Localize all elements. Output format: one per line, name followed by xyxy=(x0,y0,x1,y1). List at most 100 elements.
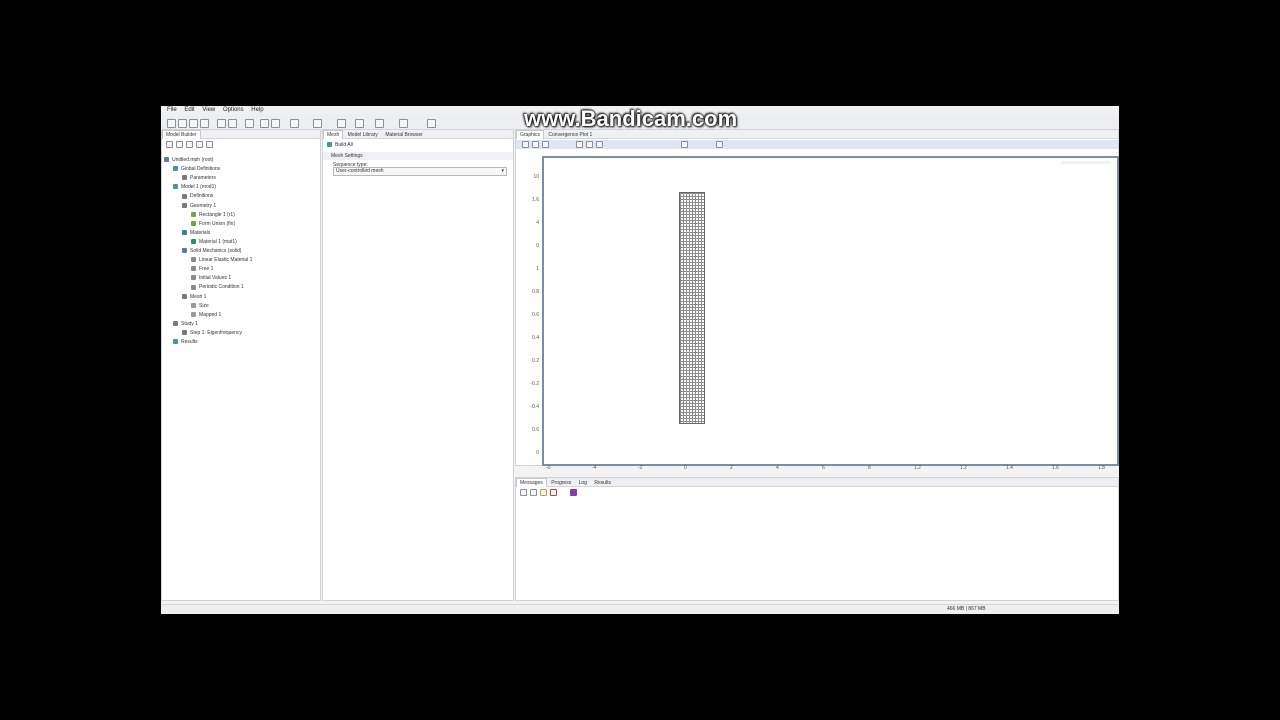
clear-icon[interactable] xyxy=(550,489,557,496)
model-builder-tab[interactable]: Model Builder xyxy=(162,130,201,139)
bandicam-watermark: www.Bandicam.com xyxy=(524,106,738,131)
filter-icon[interactable] xyxy=(196,141,203,148)
screenshot-icon[interactable] xyxy=(681,141,688,148)
help-icon[interactable] xyxy=(427,119,436,128)
x-axis: -0 -4 -2 0 2 4 6 8 1.2 1.2 1.4 1.6 1.8 xyxy=(542,464,1115,472)
tree-item[interactable]: Linear Elastic Material 1 xyxy=(191,256,252,264)
tree-item[interactable]: Mapped 1 xyxy=(191,311,221,319)
settings-panel: Mesh Model Library Material Browser Buil… xyxy=(322,129,514,601)
y-tick-label: 1 xyxy=(536,266,539,272)
save-icon[interactable] xyxy=(189,119,198,128)
x-tick-label: 8 xyxy=(868,465,871,471)
tab-material-browser[interactable]: Material Browser xyxy=(382,131,426,139)
export-icon[interactable] xyxy=(530,489,537,496)
tree-item[interactable]: Size xyxy=(191,302,209,310)
tree-item[interactable]: Rectangle 1 (r1) xyxy=(191,211,235,219)
tab-results[interactable]: Results xyxy=(591,479,614,487)
tree-item[interactable]: Periodic Condition 1 xyxy=(191,283,244,291)
x-tick-label: -2 xyxy=(638,465,643,471)
tree-node-icon xyxy=(191,257,196,263)
open-icon[interactable] xyxy=(178,119,187,128)
warning-icon[interactable] xyxy=(540,489,547,496)
tree-item[interactable]: Parameters xyxy=(182,174,216,182)
tree-item[interactable]: Material 1 (mat1) xyxy=(191,238,237,246)
tab-progress[interactable]: Progress xyxy=(548,479,574,487)
y-tick-label: 0 xyxy=(536,243,539,249)
graphics-canvas[interactable] xyxy=(542,156,1119,466)
expand-icon[interactable] xyxy=(166,141,173,148)
run-icon[interactable] xyxy=(290,119,299,128)
tree-item[interactable]: Free 1 xyxy=(191,265,213,273)
x-tick-label: 2 xyxy=(730,465,733,471)
zoom-extents-icon[interactable] xyxy=(542,141,549,148)
menu-help[interactable]: Help xyxy=(251,106,263,114)
tree-item[interactable]: Global Definitions xyxy=(173,165,220,173)
undo-icon[interactable] xyxy=(217,119,226,128)
tree-item[interactable]: Mesh 1 xyxy=(182,293,206,301)
status-bar: 466 MB | 867 MB xyxy=(161,604,1119,614)
tree-toolbar xyxy=(164,140,314,148)
tree-node-icon xyxy=(173,339,178,345)
tree-item[interactable]: Initial Values 1 xyxy=(191,274,231,282)
zoom-in-icon[interactable] xyxy=(522,141,529,148)
mesh-icon[interactable] xyxy=(355,119,364,128)
tree-item-label: Mapped 1 xyxy=(199,311,222,318)
tree-item[interactable]: Materials xyxy=(182,229,210,237)
tree-item[interactable]: Model 1 (mod1) xyxy=(173,183,216,191)
new-icon[interactable] xyxy=(167,119,176,128)
x-tick-label: 1.2 xyxy=(914,465,921,471)
tree-item[interactable]: Untitled.mph (root) xyxy=(164,156,213,164)
sequence-type-select[interactable]: User-controlled mesh ▾ xyxy=(333,167,507,176)
tree-item[interactable]: Study 1 xyxy=(173,320,198,328)
tree-item[interactable]: Definitions xyxy=(182,192,213,200)
build-all-label: Build All xyxy=(335,142,353,148)
plot-icon[interactable] xyxy=(570,489,577,496)
tree-node-icon xyxy=(191,302,196,308)
study-icon[interactable] xyxy=(375,119,384,128)
mapped-mesh-rectangle[interactable] xyxy=(679,192,705,424)
collapse-icon[interactable] xyxy=(176,141,183,148)
tree-item[interactable]: Step 1: Eigenfrequency xyxy=(182,329,242,337)
y-tick-label: 0.6 xyxy=(532,312,539,318)
print-icon[interactable] xyxy=(200,119,209,128)
tree-item[interactable]: Geometry 1 xyxy=(182,202,216,210)
tree-item-label: Form Union (fin) xyxy=(199,220,236,227)
tab-convergence-plot[interactable]: Convergence Plot 1 xyxy=(545,131,595,139)
view-icon[interactable] xyxy=(399,119,408,128)
menu-view[interactable]: View xyxy=(202,106,215,114)
build-all-button[interactable]: Build All xyxy=(327,142,353,148)
tree-item[interactable]: Results xyxy=(173,338,198,346)
menu-options[interactable]: Options xyxy=(223,106,244,114)
zoom-out-icon[interactable] xyxy=(532,141,539,148)
camera-icon[interactable] xyxy=(716,141,723,148)
mesh-settings-header[interactable]: Mesh Settings xyxy=(323,152,513,160)
delete-icon[interactable] xyxy=(271,119,280,128)
sort-icon[interactable] xyxy=(206,141,213,148)
table-icon[interactable] xyxy=(520,489,527,496)
y-tick-label: 0.8 xyxy=(532,289,539,295)
select-icon[interactable] xyxy=(313,119,322,128)
geometry-icon[interactable] xyxy=(337,119,346,128)
menu-file[interactable]: File xyxy=(167,106,177,114)
tab-messages[interactable]: Messages xyxy=(516,478,547,487)
tab-log[interactable]: Log xyxy=(576,479,590,487)
select-domain-icon[interactable] xyxy=(576,141,583,148)
tab-model-library[interactable]: Model Library xyxy=(345,131,381,139)
select-point-icon[interactable] xyxy=(596,141,603,148)
copy-icon[interactable] xyxy=(245,119,254,128)
tree-node-icon xyxy=(182,202,187,208)
select-boundary-icon[interactable] xyxy=(586,141,593,148)
tab-mesh[interactable]: Mesh xyxy=(323,130,344,139)
model-builder-tabstrip: Model Builder xyxy=(162,130,320,139)
y-tick-label: -0.2 xyxy=(530,381,539,387)
tree-item[interactable]: Form Union (fin) xyxy=(191,220,235,228)
tree-item[interactable]: Solid Mechanics (solid) xyxy=(182,247,241,255)
tree-item-label: Material 1 (mat1) xyxy=(199,238,237,245)
tree-item-label: Solid Mechanics (solid) xyxy=(190,248,242,254)
tree-item-label: Size xyxy=(199,302,209,309)
menu-edit[interactable]: Edit xyxy=(184,106,194,114)
paste-icon[interactable] xyxy=(260,119,269,128)
tree-node-icon xyxy=(182,175,187,181)
redo-icon[interactable] xyxy=(228,119,237,128)
show-icon[interactable] xyxy=(186,141,193,148)
